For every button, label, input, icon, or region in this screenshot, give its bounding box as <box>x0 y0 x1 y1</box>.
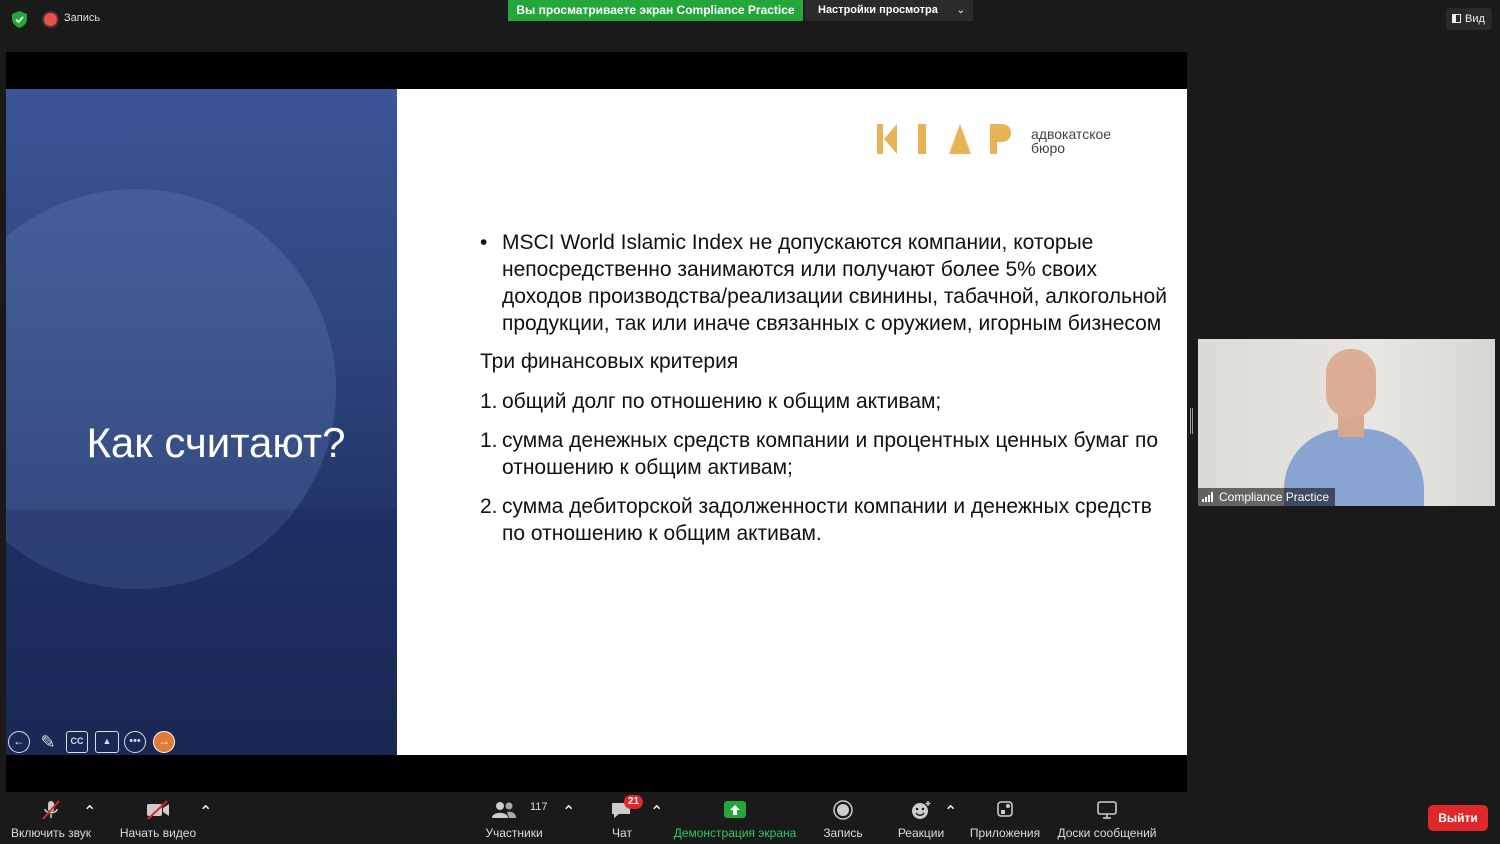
participant-video-tile[interactable]: Compliance Practice <box>1198 339 1495 506</box>
participants-label: Участники <box>485 826 543 840</box>
reactions-label: Реакции <box>897 826 945 840</box>
record-icon <box>833 800 853 820</box>
criterion-number: 1. <box>480 429 498 452</box>
participants-button[interactable]: 117 Участники <box>478 794 550 844</box>
recording-indicator-icon <box>44 13 57 26</box>
pen-icon[interactable]: ✎ <box>37 731 59 753</box>
kiap-logo <box>877 124 1011 154</box>
criterion-item: 2. сумма дебиторской задолженности компа… <box>480 493 1170 547</box>
participant-name-label: Compliance Practice <box>1198 488 1336 506</box>
screen-share-banner: Вы просматриваете экран Compliance Pract… <box>508 0 803 21</box>
signal-strength-icon <box>1202 492 1213 502</box>
view-button[interactable]: Вид <box>1446 8 1492 30</box>
panel-resize-handle[interactable] <box>1190 408 1193 434</box>
previous-slide-icon[interactable]: ← <box>8 731 30 753</box>
start-video-label: Начать видео <box>119 826 197 840</box>
whiteboards-button[interactable]: Доски сообщений <box>1054 794 1160 844</box>
unmute-label: Включить звук <box>10 826 92 840</box>
criterion-text: сумма денежных средств компании и процен… <box>502 429 1159 479</box>
record-button[interactable]: Запись <box>816 794 870 844</box>
logo-caption: адвокатское бюро <box>1031 127 1111 155</box>
audio-options-caret-icon[interactable]: ⌃ <box>83 802 96 822</box>
criterion-text: сумма дебиторской задолженности компании… <box>502 495 1152 545</box>
share-screen-label: Демонстрация экрана <box>673 826 797 840</box>
more-options-icon[interactable]: ••• <box>124 731 146 753</box>
next-slide-icon[interactable]: → <box>153 731 175 753</box>
share-screen-button[interactable]: Демонстрация экрана <box>670 794 800 844</box>
muted-microphone-icon <box>42 800 60 820</box>
criterion-number: 2. <box>480 495 498 518</box>
participant-neck <box>1338 415 1364 437</box>
criterion-text: общий долг по отношению к общим активам; <box>502 390 942 413</box>
whiteboards-label: Доски сообщений <box>1057 826 1157 840</box>
participants-count: 117 <box>530 801 548 813</box>
reactions-caret-icon[interactable]: ⌃ <box>944 802 957 822</box>
reactions-button[interactable]: Реакции <box>893 794 949 844</box>
slide-body: MSCI World Islamic Index не допускаются … <box>480 229 1170 559</box>
participant-name: Compliance Practice <box>1219 490 1330 504</box>
chevron-down-icon: ⌄ <box>956 5 965 16</box>
participant-head <box>1326 349 1376 417</box>
record-label: Запись <box>823 826 863 840</box>
slide-title: Как считают? <box>86 419 346 466</box>
view-settings-label: Настройки просмотра <box>818 4 938 16</box>
participants-caret-icon[interactable]: ⌃ <box>562 802 575 822</box>
slide-bullet: MSCI World Islamic Index не допускаются … <box>480 229 1170 337</box>
criterion-number: 1. <box>480 390 498 413</box>
participants-icon <box>491 802 516 818</box>
view-layout-icon <box>1452 14 1461 23</box>
chat-caret-icon[interactable]: ⌃ <box>650 802 663 822</box>
recording-label: Запись <box>64 12 101 24</box>
chat-button[interactable]: 21 Чат <box>598 794 646 844</box>
decorative-band <box>6 509 397 755</box>
reactions-emoji-icon <box>912 801 931 819</box>
criterion-item: 1. общий долг по отношению к общим актив… <box>480 388 1170 415</box>
apps-label: Приложения <box>969 826 1041 840</box>
view-button-label: Вид <box>1465 13 1485 25</box>
video-options-caret-icon[interactable]: ⌃ <box>199 802 212 822</box>
share-screen-icon <box>724 801 746 818</box>
start-video-button[interactable]: Начать видео <box>112 794 204 844</box>
slide-content-panel: адвокатское бюро MSCI World Islamic Inde… <box>397 89 1187 755</box>
subtitles-icon[interactable]: CC <box>66 731 88 753</box>
whiteboard-icon <box>1097 801 1117 819</box>
chat-unread-badge: 21 <box>624 795 644 809</box>
chat-label: Чат <box>612 826 632 840</box>
slide-subheading: Три финансовых критерия <box>480 350 739 373</box>
video-off-camera-icon <box>147 800 169 820</box>
meeting-toolbar: Включить звук ⌃ Начать видео ⌃ 117 Участ… <box>0 794 1500 844</box>
leave-button[interactable]: Выйти <box>1428 805 1488 831</box>
logo-caption-line1: адвокатское <box>1031 126 1112 142</box>
security-shield-icon[interactable] <box>12 11 27 28</box>
slide-title-panel: Как считают? <box>6 89 397 755</box>
zoom-meeting-window: Запись Вы просматриваете экран Complianc… <box>0 0 1500 844</box>
apps-icon <box>997 801 1013 817</box>
criterion-item: 1. сумма денежных средств компании и про… <box>480 427 1170 481</box>
logo-caption-line2: бюро <box>1031 140 1066 156</box>
apps-button[interactable]: Приложения <box>966 794 1044 844</box>
view-settings-dropdown[interactable]: Настройки просмотра ⌄ <box>805 0 973 21</box>
video-off-icon[interactable]: ▲ <box>95 731 119 753</box>
